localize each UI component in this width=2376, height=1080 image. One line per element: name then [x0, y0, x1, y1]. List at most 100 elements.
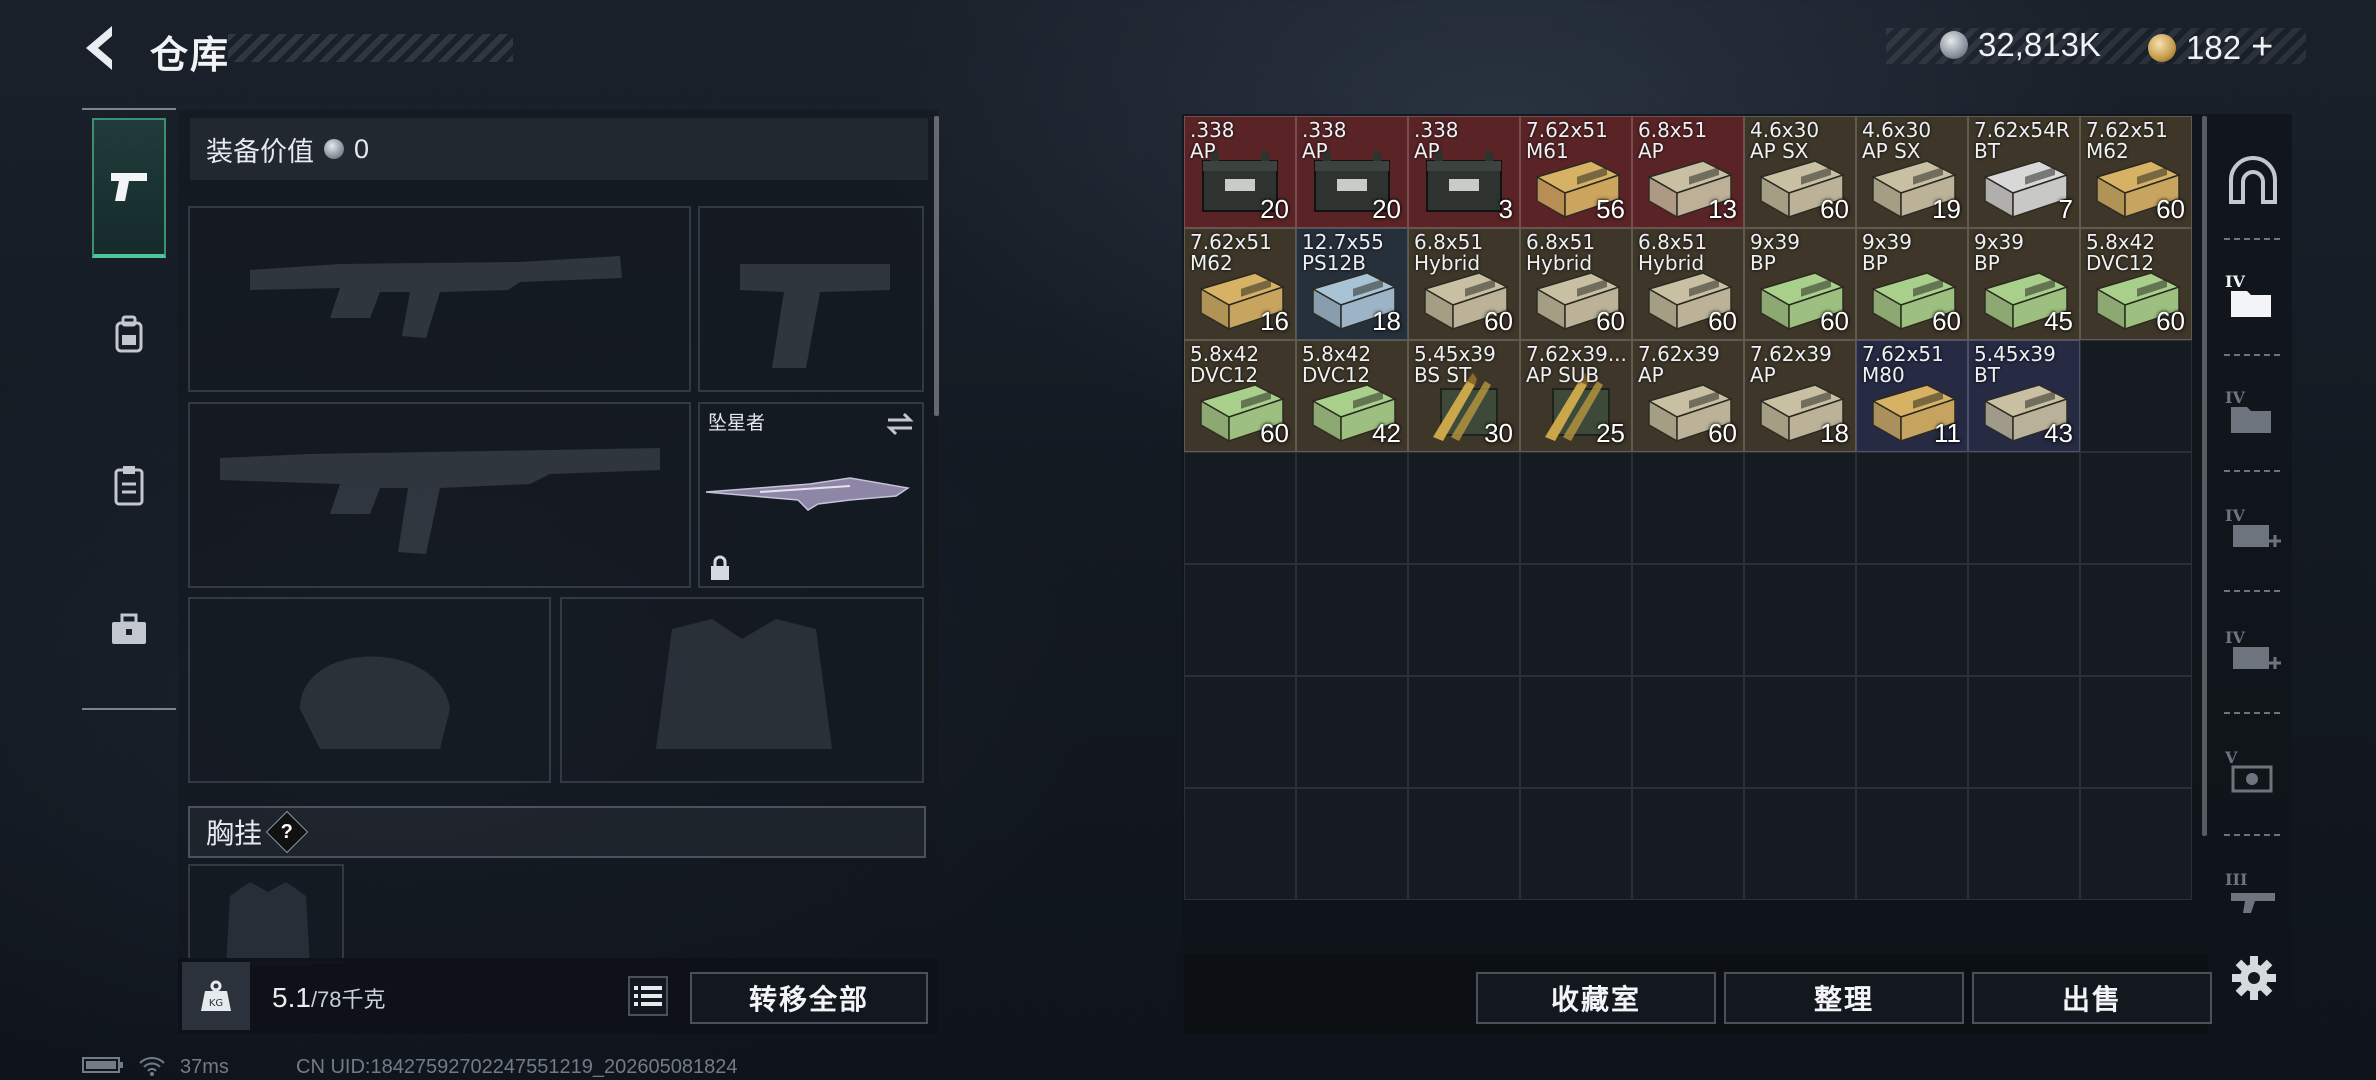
settings-button[interactable]	[2228, 952, 2280, 1004]
storage-item[interactable]: 7.62x51 M80 11	[1856, 340, 1968, 452]
item-name: 5.8x42 DVC12	[1190, 342, 1260, 387]
sell-button[interactable]: 出售	[1972, 972, 2212, 1024]
empty-storage-slot[interactable]	[1184, 676, 1296, 788]
empty-storage-slot[interactable]	[1520, 452, 1632, 564]
transfer-all-button[interactable]: 转移全部	[690, 972, 928, 1024]
storage-item[interactable]: 12.7x55 PS12B 18	[1296, 228, 1408, 340]
gold-currency[interactable]: 182 +	[2148, 26, 2273, 69]
list-view-button[interactable]	[628, 976, 668, 1016]
tab-all-storage[interactable]	[2220, 132, 2286, 228]
empty-storage-slot[interactable]	[1744, 452, 1856, 564]
storage-item[interactable]: 6.8x51 Hybrid 60	[1632, 228, 1744, 340]
storage-item[interactable]: 7.62x39 AP 60	[1632, 340, 1744, 452]
empty-storage-slot[interactable]	[1968, 452, 2080, 564]
item-name: 6.8x51 AP	[1638, 118, 1708, 163]
helmet-slot[interactable]	[188, 597, 551, 783]
collection-room-button[interactable]: 收藏室	[1476, 972, 1716, 1024]
secondary-weapon-slot[interactable]	[188, 402, 691, 588]
empty-storage-slot[interactable]	[1632, 452, 1744, 564]
empty-storage-slot[interactable]	[1744, 676, 1856, 788]
empty-storage-slot[interactable]	[1632, 788, 1744, 900]
empty-storage-slot[interactable]	[1968, 564, 2080, 676]
empty-storage-slot[interactable]	[1408, 564, 1520, 676]
equipment-value-label: 装备价值	[206, 136, 314, 167]
help-button[interactable]: ?	[265, 810, 309, 854]
empty-storage-slot[interactable]	[1184, 788, 1296, 900]
empty-storage-slot[interactable]	[1408, 452, 1520, 564]
empty-storage-slot[interactable]	[1856, 676, 1968, 788]
storage-item[interactable]: 7.62x51 M62 60	[2080, 116, 2192, 228]
tab-container-1[interactable]: IV	[2220, 248, 2286, 344]
empty-storage-slot[interactable]	[1520, 564, 1632, 676]
empty-storage-slot[interactable]	[2080, 564, 2192, 676]
tab-toolbox[interactable]	[92, 560, 166, 700]
storage-item[interactable]: 5.8x42 DVC12 60	[2080, 228, 2192, 340]
list-icon	[634, 986, 662, 1006]
chest-rig-slot[interactable]	[188, 864, 344, 966]
empty-storage-slot[interactable]	[1520, 788, 1632, 900]
storage-item[interactable]: 7.62x54R BT 7	[1968, 116, 2080, 228]
storage-item[interactable]: .338 AP 20	[1184, 116, 1296, 228]
melee-slot[interactable]: 坠星者	[698, 402, 924, 588]
storage-item[interactable]: 6.8x51 AP 13	[1632, 116, 1744, 228]
empty-storage-slot[interactable]	[1968, 788, 2080, 900]
storage-item[interactable]: 4.6x30 AP SX 60	[1744, 116, 1856, 228]
storage-item[interactable]: .338 AP 20	[1296, 116, 1408, 228]
armor-slot[interactable]	[560, 597, 924, 783]
tab-weapons[interactable]	[92, 118, 166, 258]
storage-item[interactable]: 5.45x39 BS ST 30	[1408, 340, 1520, 452]
storage-item[interactable]: .338 AP 3	[1408, 116, 1520, 228]
add-currency-button[interactable]: +	[2251, 26, 2273, 69]
storage-item[interactable]: 4.6x30 AP SX 19	[1856, 116, 1968, 228]
storage-item[interactable]: 5.8x42 DVC12 60	[1184, 340, 1296, 452]
storage-item[interactable]: 6.8x51 Hybrid 60	[1408, 228, 1520, 340]
empty-storage-slot[interactable]	[1744, 788, 1856, 900]
empty-storage-slot[interactable]	[1632, 564, 1744, 676]
empty-storage-slot[interactable]	[1408, 676, 1520, 788]
tab-container-4[interactable]: IV	[2220, 604, 2286, 700]
empty-storage-slot[interactable]	[1296, 676, 1408, 788]
empty-storage-slot[interactable]	[1296, 788, 1408, 900]
storage-scrollbar[interactable]	[2202, 116, 2207, 836]
storage-item[interactable]: 7.62x39... AP SUB 25	[1520, 340, 1632, 452]
empty-storage-slot[interactable]	[1184, 452, 1296, 564]
item-name: .338 AP	[1190, 118, 1235, 163]
empty-storage-slot[interactable]	[2080, 340, 2192, 452]
sort-button[interactable]: 整理	[1724, 972, 1964, 1024]
empty-storage-slot[interactable]	[1296, 564, 1408, 676]
primary-weapon-slot[interactable]	[188, 206, 691, 392]
storage-item[interactable]: 5.8x42 DVC12 42	[1296, 340, 1408, 452]
empty-storage-slot[interactable]	[1184, 564, 1296, 676]
tab-vest[interactable]	[92, 415, 166, 555]
storage-item[interactable]: 7.62x51 M62 16	[1184, 228, 1296, 340]
back-button[interactable]	[78, 22, 128, 78]
storage-item[interactable]: 6.8x51 Hybrid 60	[1520, 228, 1632, 340]
storage-item[interactable]: 9x39 BP 45	[1968, 228, 2080, 340]
tab-backpack[interactable]	[92, 265, 166, 405]
empty-storage-slot[interactable]	[1968, 676, 2080, 788]
storage-item[interactable]: 7.62x51 M61 56	[1520, 116, 1632, 228]
storage-item[interactable]: 7.62x39 AP 18	[1744, 340, 1856, 452]
loadout-scrollbar[interactable]	[934, 116, 939, 416]
storage-item[interactable]: 9x39 BP 60	[1856, 228, 1968, 340]
tab-container-5[interactable]: V	[2220, 724, 2286, 820]
tab-container-6[interactable]: III	[2220, 846, 2286, 942]
empty-storage-slot[interactable]	[1744, 564, 1856, 676]
svg-text:III: III	[2225, 870, 2247, 889]
empty-storage-slot[interactable]	[1408, 788, 1520, 900]
ping-display: 37ms	[180, 1056, 229, 1078]
tab-container-2[interactable]: IV	[2220, 364, 2286, 460]
empty-storage-slot[interactable]	[1520, 676, 1632, 788]
empty-storage-slot[interactable]	[1856, 564, 1968, 676]
empty-storage-slot[interactable]	[2080, 788, 2192, 900]
storage-item[interactable]: 9x39 BP 60	[1744, 228, 1856, 340]
empty-storage-slot[interactable]	[1856, 788, 1968, 900]
empty-storage-slot[interactable]	[2080, 676, 2192, 788]
empty-storage-slot[interactable]	[1632, 676, 1744, 788]
empty-storage-slot[interactable]	[2080, 452, 2192, 564]
empty-storage-slot[interactable]	[1296, 452, 1408, 564]
empty-storage-slot[interactable]	[1856, 452, 1968, 564]
tab-container-3[interactable]: IV	[2220, 482, 2286, 578]
storage-item[interactable]: 5.45x39 BT 43	[1968, 340, 2080, 452]
pistol-slot[interactable]	[698, 206, 924, 392]
